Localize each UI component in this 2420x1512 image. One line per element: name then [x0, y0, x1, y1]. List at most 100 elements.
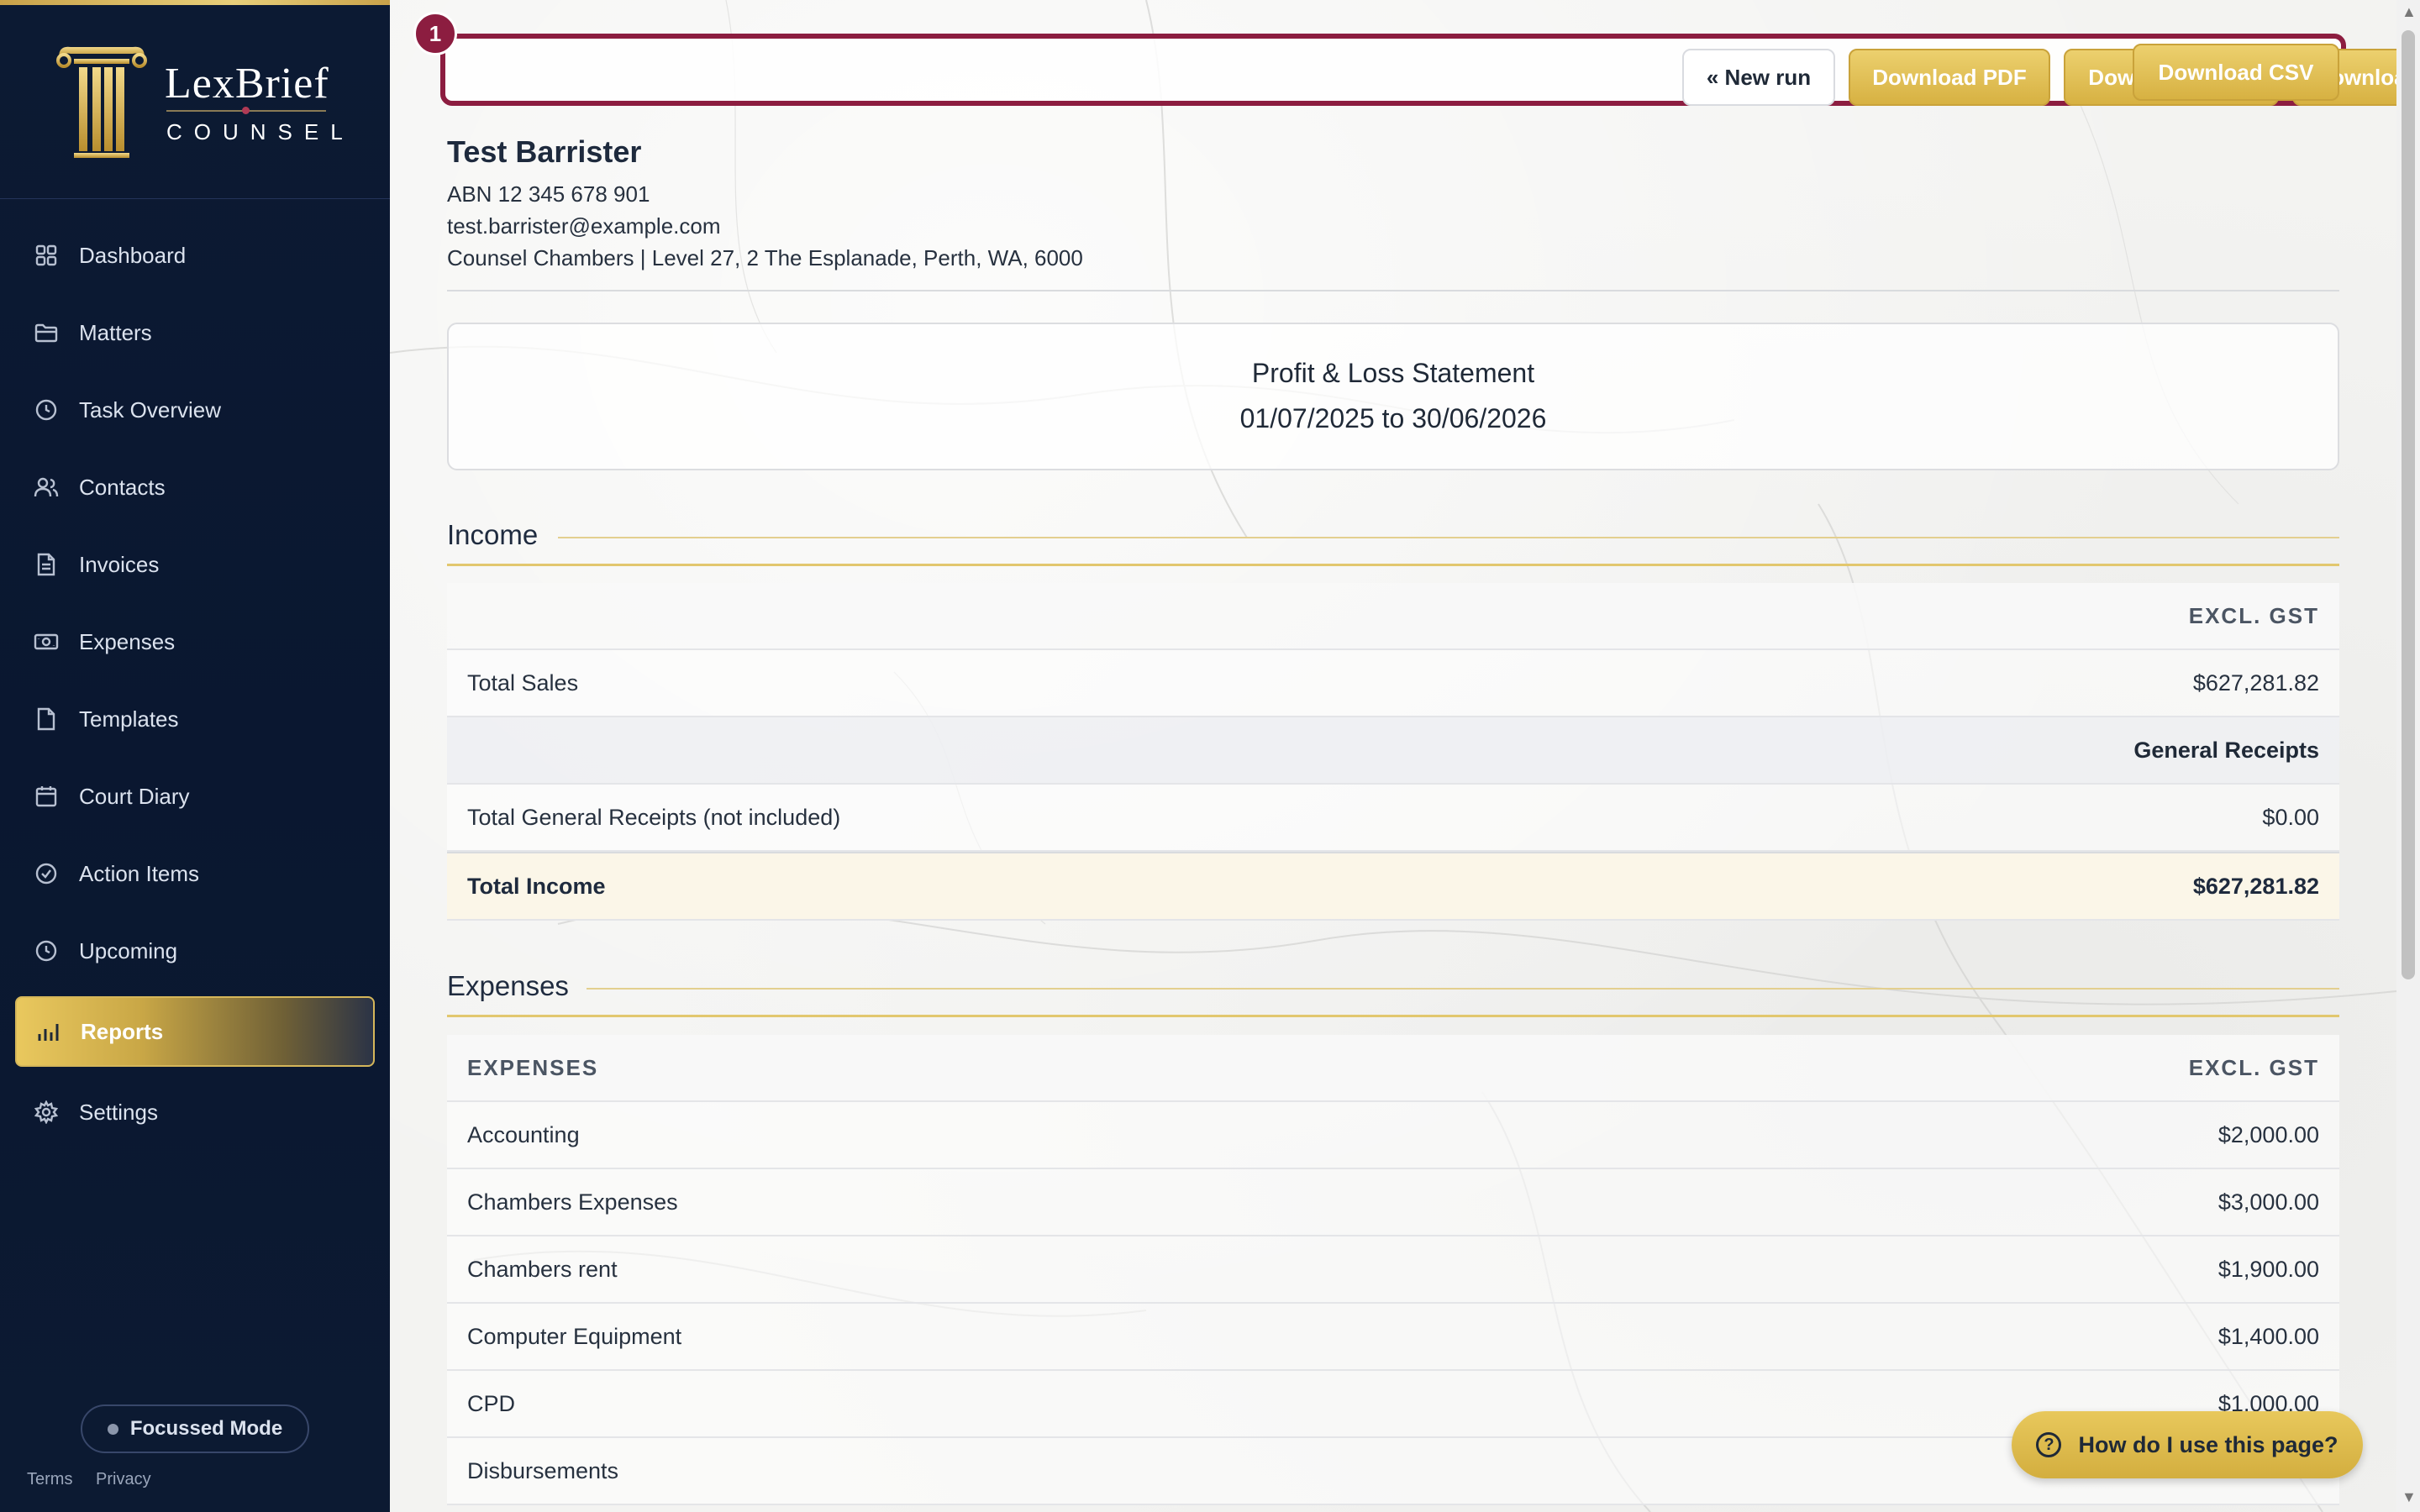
- firm-name: Test Barrister: [447, 134, 642, 169]
- scroll-up-arrow-icon[interactable]: ▲: [2402, 3, 2417, 21]
- sidebar-item-matters[interactable]: Matters: [15, 297, 375, 368]
- firm-email: test.barrister@example.com: [447, 213, 721, 239]
- sidebar-accent-bar: [0, 0, 390, 5]
- table-subheader-row: General Receipts: [447, 717, 2339, 785]
- sidebar-item-expenses[interactable]: Expenses: [15, 606, 375, 677]
- sidebar: LexBrief COUNSEL Dashboard Matters Task …: [0, 0, 390, 1512]
- help-button[interactable]: ? How do I use this page?: [2012, 1411, 2363, 1478]
- sidebar-item-label: Invoices: [79, 551, 160, 577]
- firm-address: Counsel Chambers | Level 27, 2 The Espla…: [447, 245, 1083, 270]
- gear-icon: [34, 1100, 59, 1125]
- table-row: Chambers rent $1,900.00: [447, 1236, 2339, 1304]
- check-circle-icon: [34, 861, 59, 886]
- sidebar-item-task-overview[interactable]: Task Overview: [15, 375, 375, 445]
- status-dot-icon: [107, 1423, 118, 1435]
- sidebar-item-label: Reports: [81, 1018, 164, 1044]
- row-value: $627,281.82: [2192, 873, 2319, 899]
- sidebar-item-invoices[interactable]: Invoices: [15, 529, 375, 600]
- sidebar-item-settings[interactable]: Settings: [15, 1077, 375, 1147]
- table-row: Total General Receipts (not included) $0…: [447, 785, 2339, 852]
- row-label: Chambers rent: [467, 1256, 618, 1282]
- table-row: Computer Equipment $1,400.00: [447, 1304, 2339, 1371]
- sidebar-item-label: Upcoming: [79, 937, 178, 963]
- sidebar-item-label: Court Diary: [79, 783, 190, 809]
- step-badge: 1: [413, 12, 457, 55]
- row-label: Disbursements: [467, 1457, 619, 1483]
- table-row: Total Sales $627,281.82: [447, 650, 2339, 717]
- sidebar-item-dashboard[interactable]: Dashboard: [15, 220, 375, 291]
- focus-mode-toggle[interactable]: Focussed Mode: [81, 1404, 309, 1453]
- focus-mode-label: Focussed Mode: [129, 1417, 283, 1440]
- download-pdf-button[interactable]: Download PDF: [1849, 49, 2050, 106]
- scroll-down-arrow-icon[interactable]: ▼: [2402, 1488, 2417, 1506]
- row-label: Total Income: [467, 873, 606, 899]
- row-label: Total General Receipts (not included): [467, 804, 841, 830]
- sidebar-item-label: Task Overview: [79, 396, 222, 423]
- sidebar-item-label: Dashboard: [79, 242, 187, 268]
- table-row: Accounting $2,000.00: [447, 1102, 2339, 1169]
- clock-icon: [34, 938, 59, 963]
- sidebar-item-label: Templates: [79, 706, 179, 732]
- brand-name: LexBrief: [165, 60, 329, 108]
- brand-tagline: COUNSEL: [166, 119, 355, 144]
- new-run-button[interactable]: « New run: [1682, 49, 1835, 106]
- total-row: Total Income $627,281.82: [447, 852, 2339, 921]
- sidebar-item-action-items[interactable]: Action Items: [15, 838, 375, 909]
- sidebar-item-label: Expenses: [79, 628, 176, 654]
- row-value: $2,000.00: [2217, 1121, 2319, 1147]
- document-icon: [34, 552, 59, 577]
- sidebar-item-label: Contacts: [79, 474, 166, 500]
- table-header-row: EXPENSES EXCL. GST: [447, 1035, 2339, 1102]
- column-header-excl-gst: EXCL. GST: [2188, 1054, 2319, 1080]
- calendar-icon: [34, 784, 59, 809]
- section-rule: [587, 988, 2339, 990]
- divider: [447, 290, 2339, 291]
- sidebar-item-templates[interactable]: Templates: [15, 684, 375, 754]
- banknote-icon: [34, 629, 59, 654]
- sidebar-divider: [0, 198, 390, 199]
- bar-chart-icon: [35, 1019, 60, 1044]
- row-value: $1,900.00: [2217, 1256, 2319, 1282]
- download-csv-button[interactable]: Download CSV: [2133, 44, 2339, 101]
- sidebar-item-contacts[interactable]: Contacts: [15, 452, 375, 522]
- scrollbar[interactable]: ▲ ▼: [2396, 0, 2420, 1512]
- column-header-expenses: EXPENSES: [467, 1054, 599, 1080]
- section-underline: [447, 564, 2339, 566]
- sidebar-item-label: Action Items: [79, 860, 200, 886]
- sidebar-item-upcoming[interactable]: Upcoming: [15, 916, 375, 986]
- firm-abn: ABN 12 345 678 901: [447, 181, 650, 207]
- export-toolbar: « New run Download PDF Download Word Dow…: [440, 34, 2396, 106]
- users-icon: [34, 475, 59, 500]
- row-value: $1,400.00: [2217, 1323, 2319, 1349]
- table-header-row: EXCL. GST: [447, 583, 2339, 650]
- sidebar-item-court-diary[interactable]: Court Diary: [15, 761, 375, 832]
- brand-dot: [242, 107, 250, 114]
- section-underline: [447, 1015, 2339, 1017]
- file-icon: [34, 706, 59, 732]
- terms-link[interactable]: Terms: [27, 1470, 72, 1489]
- expenses-heading: Expenses: [447, 970, 569, 1001]
- row-label: Total Sales: [467, 669, 579, 696]
- sidebar-item-label: Matters: [79, 319, 152, 345]
- scroll-thumb[interactable]: [2402, 30, 2415, 979]
- row-value: $3,000.00: [2217, 1189, 2319, 1215]
- report-period: 01/07/2025 to 30/06/2026: [1239, 403, 1547, 433]
- sidebar-item-reports[interactable]: Reports: [15, 996, 375, 1067]
- report-title-box: Profit & Loss Statement 01/07/2025 to 30…: [447, 323, 2339, 470]
- main-content: « New run Download PDF Download Word Dow…: [390, 0, 2396, 1512]
- brand-logo[interactable]: LexBrief COUNSEL: [55, 40, 343, 166]
- row-value: $627,281.82: [2192, 669, 2319, 696]
- row-label: Computer Equipment: [467, 1323, 682, 1349]
- row-value: $0.00: [2262, 804, 2319, 830]
- table-row: Chambers Expenses $3,000.00: [447, 1169, 2339, 1236]
- row-label: CPD: [467, 1390, 516, 1416]
- help-label: How do I use this page?: [2078, 1431, 2338, 1457]
- column-header-excl-gst: EXCL. GST: [2188, 602, 2319, 628]
- report-title: Profit & Loss Statement: [1251, 358, 1535, 388]
- clock-icon: [34, 397, 59, 423]
- pillar-logo-icon: [56, 46, 147, 158]
- question-icon: ?: [2036, 1432, 2062, 1457]
- income-heading: Income: [447, 519, 539, 550]
- privacy-link[interactable]: Privacy: [96, 1470, 151, 1489]
- row-label: Chambers Expenses: [467, 1189, 678, 1215]
